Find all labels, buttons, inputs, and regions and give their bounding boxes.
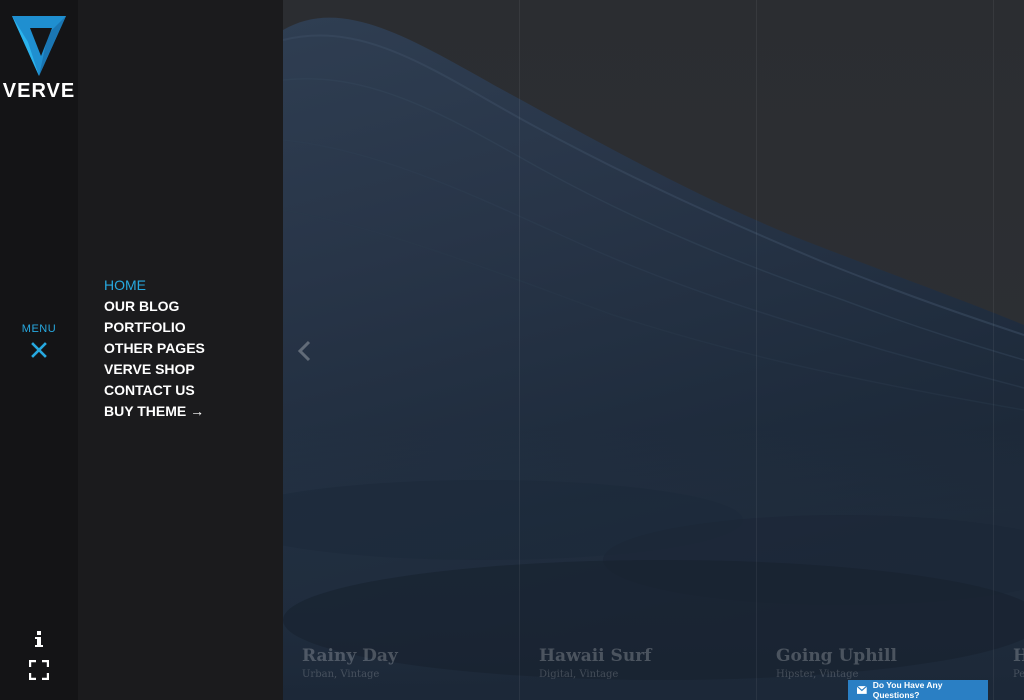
envelope-icon — [857, 686, 867, 694]
column-divider — [519, 0, 520, 700]
portfolio-item[interactable]: H Pe — [1013, 646, 1024, 680]
nav-item-our-blog[interactable]: OUR BLOG — [104, 296, 205, 317]
column-divider — [993, 0, 994, 700]
nav-item-buy-theme[interactable]: BUY THEME → — [104, 401, 205, 422]
portfolio-item[interactable]: Hawaii Surf Digital, Vintage — [539, 646, 651, 680]
wave-background — [283, 0, 1024, 700]
portfolio-title[interactable]: Rainy Day — [302, 646, 398, 666]
close-icon[interactable] — [30, 341, 48, 359]
fullscreen-icon[interactable] — [29, 660, 49, 680]
portfolio-item[interactable]: Rainy Day Urban, Vintage — [302, 646, 398, 680]
portfolio-tags: Pe — [1013, 669, 1024, 680]
nav-item-portfolio[interactable]: PORTFOLIO — [104, 317, 205, 338]
portfolio-tags: Hipster, Vintage — [776, 669, 859, 680]
portfolio-title[interactable]: Going Uphill — [776, 646, 897, 666]
chevron-left-icon[interactable] — [296, 340, 314, 362]
nav-item-contact-us[interactable]: CONTACT US — [104, 380, 205, 401]
nav-menu-panel: HOME OUR BLOG PORTFOLIO OTHER PAGES VERV… — [78, 0, 283, 700]
column-divider — [756, 0, 757, 700]
nav-item-verve-shop[interactable]: VERVE SHOP — [104, 359, 205, 380]
questions-chat-button[interactable]: Do You Have Any Questions? — [848, 680, 988, 700]
portfolio-tags: Urban, Vintage — [302, 669, 380, 680]
portfolio-tags: Digital, Vintage — [539, 669, 619, 680]
info-icon[interactable] — [32, 630, 46, 648]
menu-label[interactable]: MENU — [0, 323, 78, 335]
portfolio-title[interactable]: H — [1013, 646, 1024, 666]
nav-item-home[interactable]: HOME — [104, 275, 205, 296]
questions-label: Do You Have Any Questions? — [872, 680, 943, 700]
portfolio-item[interactable]: Going Uphill Hipster, Vintage — [776, 646, 897, 680]
brand-name[interactable]: VERVE — [0, 80, 78, 103]
nav-item-other-pages[interactable]: OTHER PAGES — [104, 338, 205, 359]
hero-slider — [283, 0, 1024, 700]
icon-rail: VERVE MENU — [0, 0, 78, 700]
portfolio-title[interactable]: Hawaii Surf — [539, 646, 651, 666]
main-nav: HOME OUR BLOG PORTFOLIO OTHER PAGES VERV… — [104, 275, 205, 422]
